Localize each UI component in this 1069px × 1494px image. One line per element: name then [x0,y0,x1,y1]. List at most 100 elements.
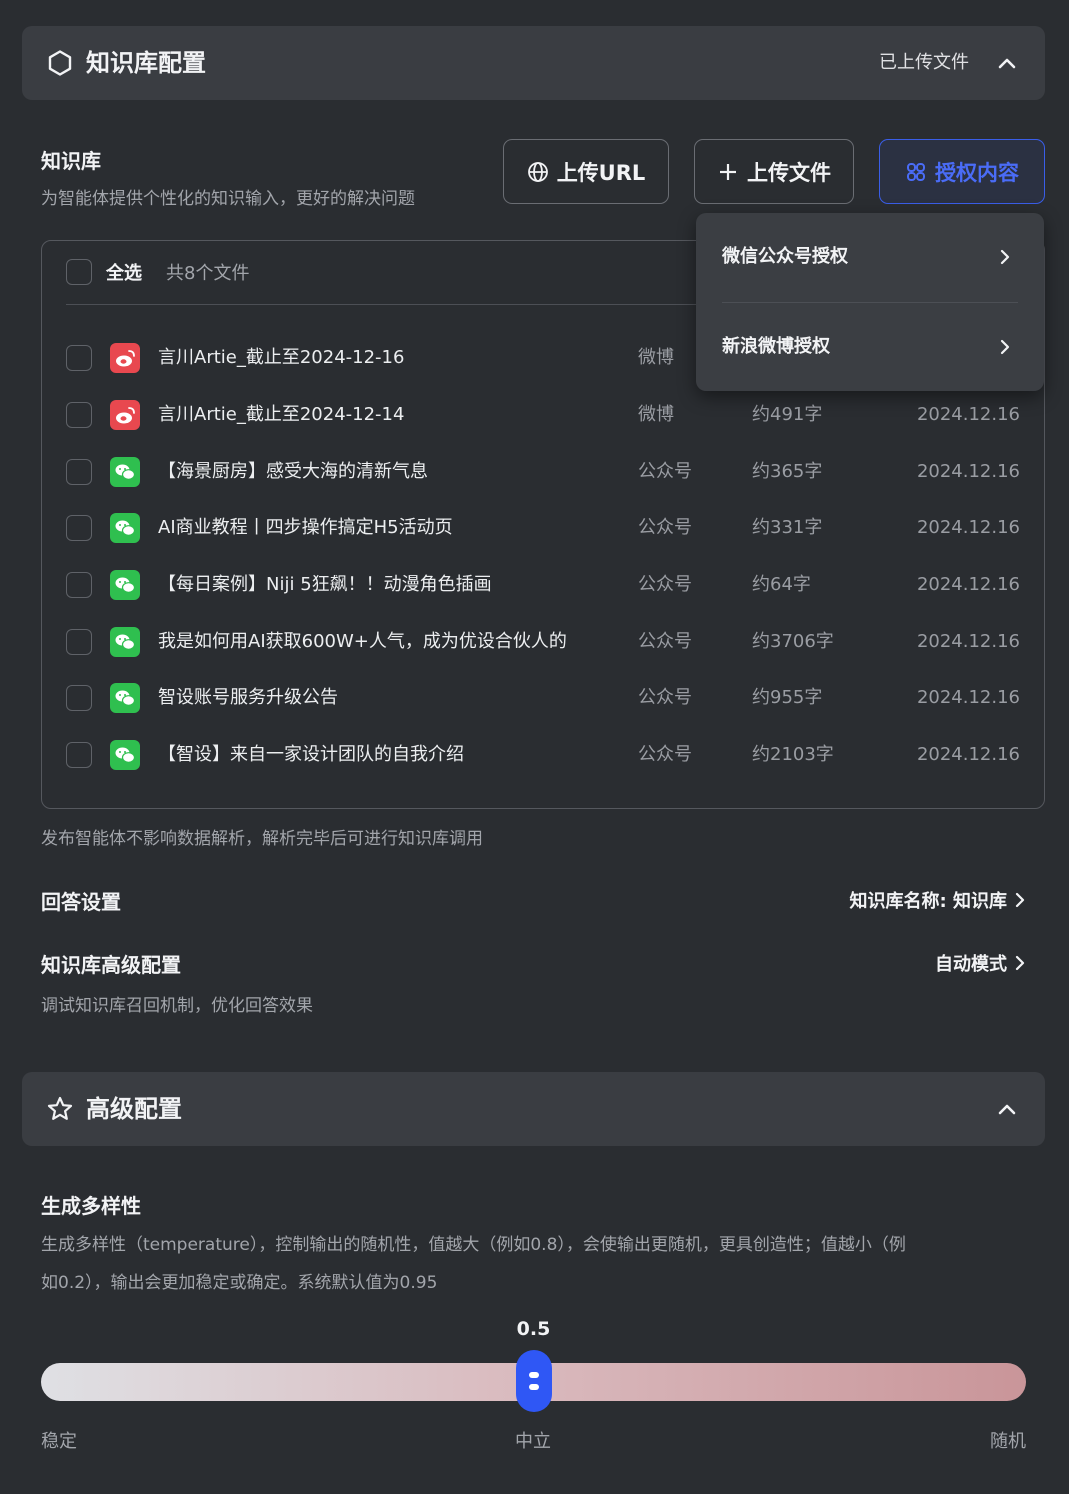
file-name: 【智设】来自一家设计团队的自我介绍 [158,744,464,765]
hexagon-icon [48,50,72,76]
auto-mode-link[interactable]: 自动模式 [935,950,1027,976]
advanced-config-header[interactable]: 高级配置 [22,1072,1045,1146]
slider-label-stable: 稳定 [41,1431,77,1452]
kb-name-link[interactable]: 知识库名称: 知识库 [850,887,1027,913]
file-checkbox[interactable] [66,629,92,655]
link-nodes-icon [907,162,925,181]
file-source: 公众号 [638,631,692,652]
kb-config-title: 知识库配置 [86,49,206,77]
wechat-icon [110,513,140,543]
file-date: 2024.12.16 [916,687,1020,708]
select-all-checkbox[interactable] [66,259,92,285]
wechat-icon [110,683,140,713]
file-name: 【海景厨房】感受大海的清新气息 [158,461,428,482]
wechat-icon [110,627,140,657]
file-source: 公众号 [638,687,692,708]
file-size: 约491字 [752,404,823,425]
file-row[interactable]: 言川Artie_截止至2024-12-14 微博 约491字 2024.12.16 [42,395,1044,435]
star-icon [47,1096,73,1120]
file-checkbox[interactable] [66,402,92,428]
weibo-icon [110,343,140,373]
globe-icon [527,161,548,182]
file-row[interactable]: 我是如何用AI获取600W+人气，成为优设合伙人的 公众号 约3706字 2024.1… [42,622,1044,662]
kb-footnote: 发布智能体不影响数据解析，解析完毕后可进行知识库调用 [41,829,483,849]
kb-name-label: 知识库名称: 知识库 [849,891,1007,912]
file-size: 约3706字 [752,631,834,652]
file-name: 言川Artie_截止至2024-12-16 [158,347,405,368]
authorize-content-button[interactable]: 授权内容 [879,139,1045,204]
wechat-icon [110,457,140,487]
dropdown-item-label: 微信公众号授权 [722,246,848,267]
file-checkbox[interactable] [66,515,92,541]
chevron-up-icon[interactable] [995,52,1019,76]
dropdown-item-weibo-auth[interactable]: 新浪微博授权 [696,303,1044,391]
dropdown-item-wechat-auth[interactable]: 微信公众号授权 [696,213,1044,301]
file-date: 2024.12.16 [916,744,1020,765]
answer-settings-title: 回答设置 [41,890,121,914]
file-source: 微博 [638,347,674,368]
file-row[interactable]: 智设账号服务升级公告 公众号 约955字 2024.12.16 [42,678,1044,718]
file-date: 2024.12.16 [916,404,1020,425]
file-date: 2024.12.16 [916,461,1020,482]
uploaded-files-label[interactable]: 已上传文件 [879,26,969,100]
file-date: 2024.12.16 [916,631,1020,652]
auto-mode-label: 自动模式 [935,954,1007,975]
authorize-dropdown: 微信公众号授权 新浪微博授权 [696,213,1044,391]
file-source: 公众号 [638,517,692,538]
file-name: 智设账号服务升级公告 [158,687,338,708]
kb-section-title: 知识库 [41,149,101,173]
file-size: 约64字 [752,574,811,595]
file-source: 公众号 [638,744,692,765]
weibo-icon [110,400,140,430]
file-name: 【每日案例】Niji 5狂飙！！动漫角色插画 [158,574,492,595]
file-date: 2024.12.16 [916,517,1020,538]
slider-label-random: 随机 [990,1431,1026,1452]
plus-icon [720,163,736,180]
file-size: 约365字 [752,461,823,482]
file-row[interactable]: 【智设】来自一家设计团队的自我介绍 公众号 约2103字 2024.12.16 [42,735,1044,775]
diversity-desc-line2: 如0.2），输出会更加稳定或确定。系统默认值为0.95 [41,1273,438,1293]
chevron-right-icon [1015,892,1025,908]
file-source: 公众号 [638,461,692,482]
kb-config-header[interactable]: 知识库配置 已上传文件 [22,26,1045,100]
select-all-label[interactable]: 全选 [106,259,142,285]
diversity-title: 生成多样性 [41,1194,141,1218]
file-size: 约955字 [752,687,823,708]
file-checkbox[interactable] [66,345,92,371]
kb-section-desc: 为智能体提供个性化的知识输入，更好的解决问题 [41,189,415,209]
file-row[interactable]: 【每日案例】Niji 5狂飙！！动漫角色插画 公众号 约64字 2024.12.16 [42,565,1044,605]
file-date: 2024.12.16 [916,574,1020,595]
file-source: 微博 [638,404,674,425]
file-name: 我是如何用AI获取600W+人气，成为优设合伙人的 [158,631,567,652]
upload-url-button[interactable]: 上传URL [503,139,669,204]
file-checkbox[interactable] [66,742,92,768]
chevron-right-icon [1000,249,1010,265]
dropdown-item-label: 新浪微博授权 [722,336,830,357]
file-count: 共8个文件 [166,263,250,284]
file-row[interactable]: AI商业教程丨四步操作搞定H5活动页 公众号 约331字 2024.12.16 [42,508,1044,548]
chevron-up-icon[interactable] [995,1098,1019,1122]
wechat-icon [110,570,140,600]
file-row[interactable]: 【海景厨房】感受大海的清新气息 公众号 约365字 2024.12.16 [42,452,1044,492]
kb-advanced-title: 知识库高级配置 [41,953,181,977]
kb-advanced-desc: 调试知识库召回机制，优化回答效果 [41,996,313,1016]
file-name: 言川Artie_截止至2024-12-14 [158,404,405,425]
upload-url-label: 上传URL [556,160,646,185]
file-checkbox[interactable] [66,459,92,485]
chevron-right-icon [1000,339,1010,355]
wechat-icon [110,740,140,770]
diversity-desc-line1: 生成多样性（temperature），控制输出的随机性，值越大（例如0.8），会… [41,1235,906,1255]
file-source: 公众号 [638,574,692,595]
advanced-config-title: 高级配置 [86,1095,182,1123]
file-checkbox[interactable] [66,572,92,598]
chevron-right-icon [1015,955,1025,971]
file-checkbox[interactable] [66,685,92,711]
file-size: 约331字 [752,517,823,538]
upload-file-button[interactable]: 上传文件 [694,139,854,204]
file-name: AI商业教程丨四步操作搞定H5活动页 [158,517,453,538]
slider-label-neutral: 中立 [515,1431,551,1452]
select-all-row: 全选 共8个文件 [66,259,249,285]
file-size: 约2103字 [752,744,834,765]
temperature-slider-thumb[interactable] [515,1350,552,1412]
slider-value: 0.5 [516,1318,551,1340]
